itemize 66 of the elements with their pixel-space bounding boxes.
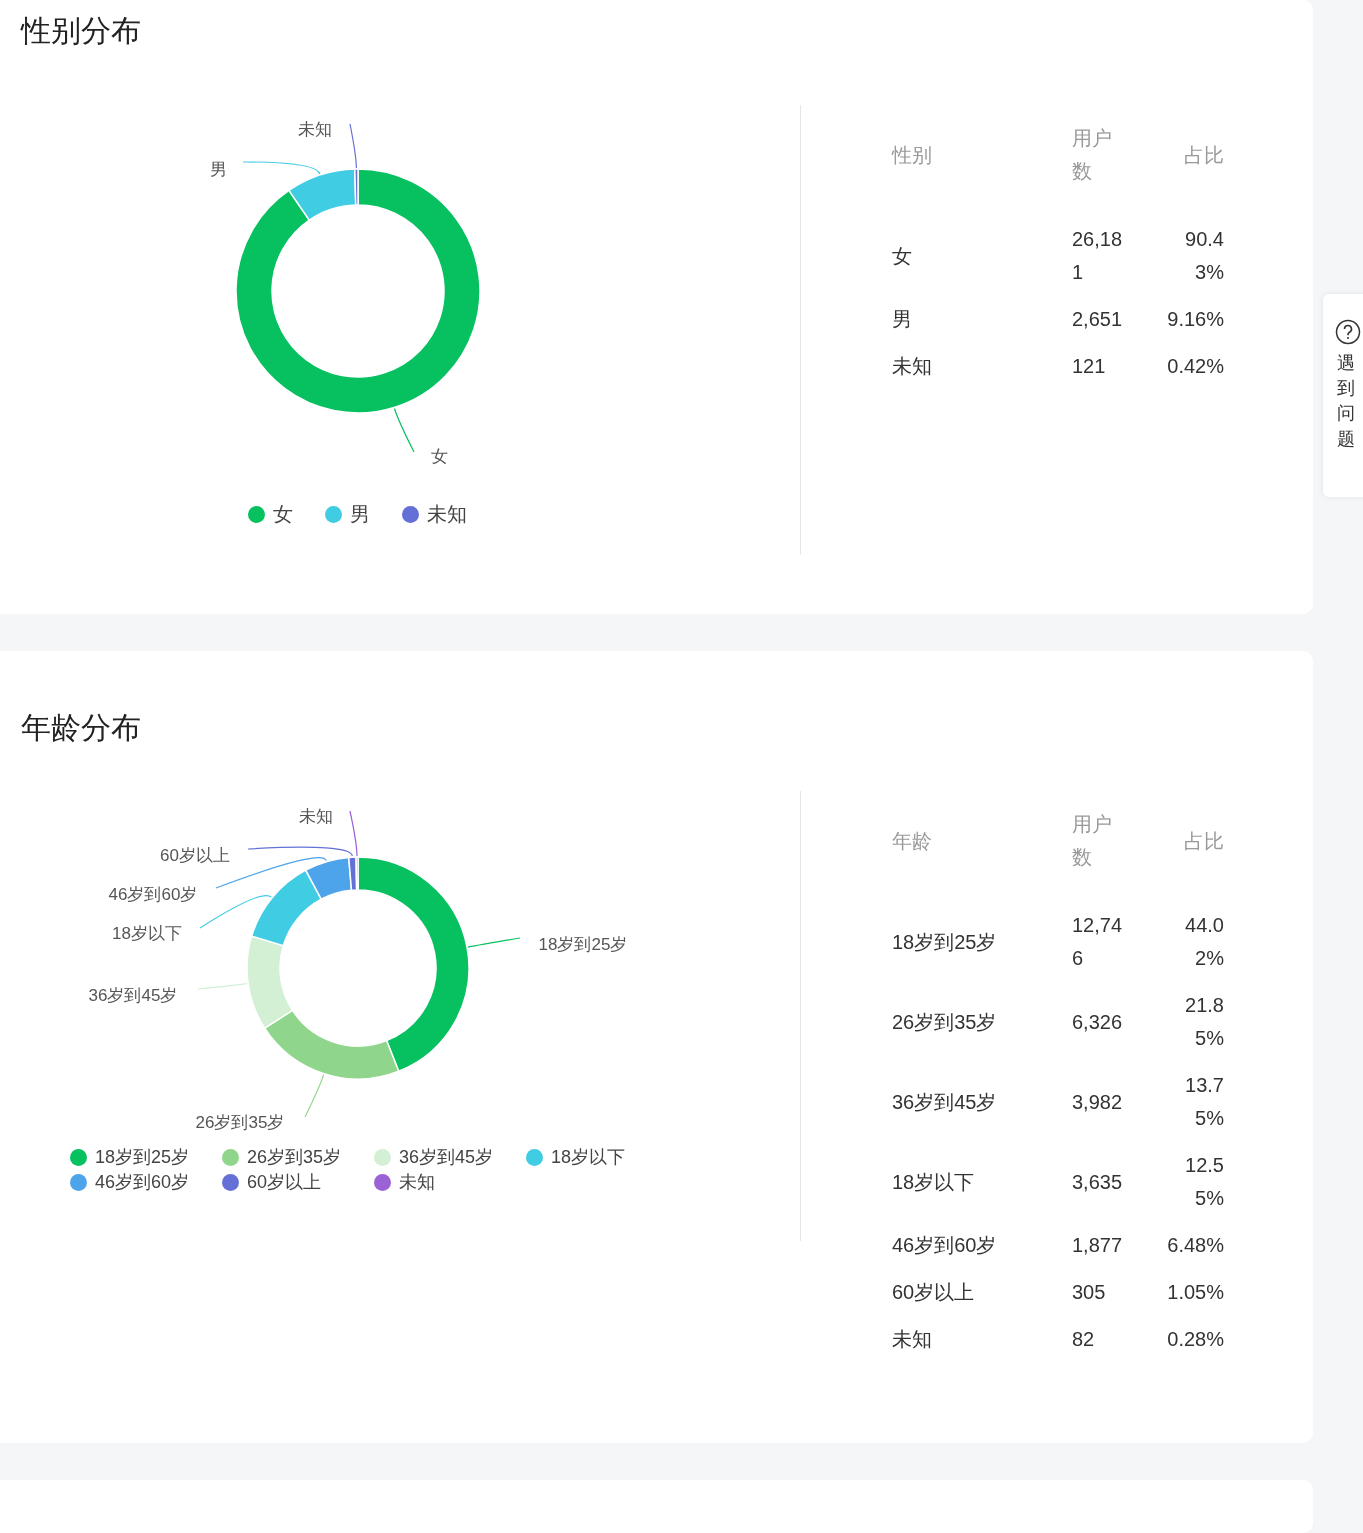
table-cell-text: 44.02% xyxy=(1184,913,1224,971)
legend-label: 女 xyxy=(272,502,293,527)
column-header: 用户数 xyxy=(1072,812,1113,870)
table-cell-text: 12,746 xyxy=(1072,913,1124,971)
table-cell-text: 46岁到60岁 xyxy=(892,1233,998,1258)
legend-label: 46岁到60岁 xyxy=(95,1171,190,1194)
help-tab[interactable]: 遇到问题 xyxy=(1323,294,1363,497)
table-cell-text: 90.43% xyxy=(1184,227,1224,285)
table-cell-text: 未知 xyxy=(892,354,933,379)
table-cell-text: 13.75% xyxy=(1184,1073,1224,1131)
table-cell-text: 18岁以下 xyxy=(892,1169,976,1195)
leader-line xyxy=(393,407,415,453)
column-header: 性别 xyxy=(892,142,933,168)
table-cell-text: 305 xyxy=(1072,1280,1107,1305)
table-cell-text: 女 xyxy=(892,243,913,269)
table-cell-text: 6.48% xyxy=(1166,1233,1224,1258)
table-cell-text: 36岁到45岁 xyxy=(892,1089,998,1115)
table-cell-text: 男 xyxy=(892,307,913,332)
table-cell-text: 18岁到25岁 xyxy=(892,929,998,955)
help-label: 遇到问题 xyxy=(1336,352,1355,451)
table-cell-text: 26岁到35岁 xyxy=(892,1009,998,1035)
table-cell-text: 1,877 xyxy=(1072,1233,1124,1258)
leader-line xyxy=(304,1074,325,1118)
column-header: 年龄 xyxy=(892,828,933,854)
table-cell-text: 9.16% xyxy=(1166,307,1224,332)
legend-label: 60岁以上 xyxy=(247,1171,322,1194)
legend-label: 26岁到35岁 xyxy=(247,1146,342,1169)
table-cell-text: 6,326 xyxy=(1072,1009,1124,1035)
table-cell-text: 3,982 xyxy=(1072,1089,1124,1115)
section-title: 年龄分布 xyxy=(20,710,142,746)
table-cell-text: 2,651 xyxy=(1072,307,1124,332)
chart-label: 男 xyxy=(209,160,227,179)
leader-line xyxy=(197,983,248,990)
chart-label: 26岁到35岁 xyxy=(195,1113,285,1132)
legend-label: 未知 xyxy=(426,502,467,527)
help-icon xyxy=(1335,319,1361,345)
column-header: 占比 xyxy=(1183,828,1224,854)
table-cell-text: 12.55% xyxy=(1184,1153,1224,1211)
chart-label: 36岁到45岁 xyxy=(88,986,178,1005)
table-cell-text: 121 xyxy=(1072,354,1107,379)
table-cell-text: 26,181 xyxy=(1072,227,1124,285)
legend-label: 未知 xyxy=(399,1171,435,1194)
table-cell-text: 60岁以上 xyxy=(892,1280,976,1305)
column-header: 占比 xyxy=(1183,142,1224,168)
table-cell-text: 82 xyxy=(1072,1327,1096,1352)
legend-label: 男 xyxy=(349,502,370,527)
chart-label: 未知 xyxy=(298,120,332,139)
table-cell-text: 21.85% xyxy=(1184,993,1224,1051)
column-header: 用户数 xyxy=(1072,126,1113,184)
table-cell-text: 0.42% xyxy=(1166,354,1224,379)
table-cell-text: 未知 xyxy=(892,1327,933,1352)
chart-label: 60岁以上 xyxy=(160,846,230,865)
chart-label: 18岁以下 xyxy=(112,924,182,943)
table-cell-text: 1.05% xyxy=(1166,1280,1224,1305)
leader-line xyxy=(467,937,521,948)
chart-label: 18岁到25岁 xyxy=(538,935,628,954)
legend-label: 18岁到25岁 xyxy=(95,1146,190,1169)
chart-label: 46岁到60岁 xyxy=(108,885,198,904)
table-cell-text: 0.28% xyxy=(1166,1327,1224,1352)
leader-line xyxy=(349,123,357,169)
chart-label: 女 xyxy=(430,447,448,466)
table-cell-text: 3,635 xyxy=(1072,1169,1124,1195)
legend-label: 18岁以下 xyxy=(551,1146,626,1169)
section-title: 性别分布 xyxy=(19,13,142,49)
legend-label: 36岁到45岁 xyxy=(399,1146,494,1169)
chart-label: 未知 xyxy=(299,807,333,826)
